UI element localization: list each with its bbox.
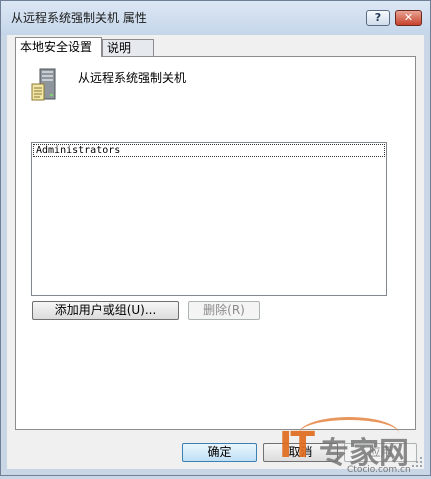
resize-grip-icon[interactable] [411,456,423,468]
cancel-button[interactable]: 取消 [263,443,338,462]
tab-panel: 从远程系统强制关机 Administrators 添加用户或组(U)... 删除… [15,56,416,430]
dialog-client-area: 本地安全设置 说明 从远程系统强制关机 Administrators 添加用户或… [7,35,424,475]
tab-explain[interactable]: 说明 [102,39,154,56]
help-button[interactable]: ? [366,10,390,26]
watermark-site: Ctocio.com.cn [347,465,411,475]
close-icon: ✕ [403,11,414,24]
tab-local-security-setting[interactable]: 本地安全设置 [15,37,102,57]
close-button[interactable]: ✕ [395,10,422,26]
add-user-or-group-button[interactable]: 添加用户或组(U)... [32,301,179,320]
tab-label: 本地安全设置 [20,40,93,54]
user-group-list[interactable]: Administrators [31,142,387,296]
server-policy-icon [31,68,56,101]
policy-name: 从远程系统强制关机 [78,71,187,85]
properties-dialog: 从远程系统强制关机 属性 ? ✕ 本地安全设置 说明 从远程系统强制关机 Adm… [0,0,431,476]
tab-label: 说明 [107,41,132,55]
help-icon: ? [374,11,382,24]
apply-button[interactable]: 应用 [344,443,417,462]
window-title: 从远程系统强制关机 属性 [11,11,147,25]
ok-button[interactable]: 确定 [182,443,257,462]
title-bar[interactable]: 从远程系统强制关机 属性 ? ✕ [1,1,430,31]
list-item[interactable]: Administrators [33,144,385,157]
remove-button[interactable]: 删除(R) [188,301,260,320]
